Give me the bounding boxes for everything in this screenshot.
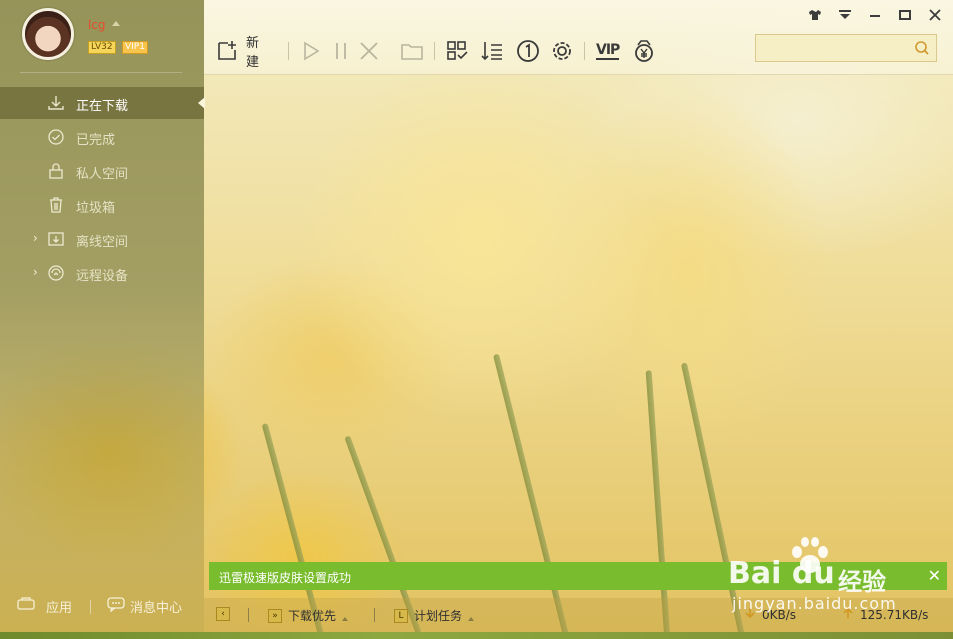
settings-button[interactable] [550, 36, 574, 66]
new-task-icon [216, 40, 238, 62]
apps-label: 应用 [46, 600, 73, 616]
chevron-right-icon[interactable]: › [33, 265, 38, 279]
statusbar-separator [374, 608, 375, 622]
view-grid-button[interactable] [446, 36, 470, 66]
maximize-icon[interactable] [895, 6, 915, 24]
pause-icon [330, 40, 352, 62]
vip-label: VIP [596, 42, 620, 60]
collapse-button[interactable]: ‹ [216, 607, 230, 621]
play-icon [300, 40, 322, 62]
limit-one-icon [516, 39, 540, 63]
watermark-logo: Bai du [728, 556, 835, 591]
sidebar-item-remote-device[interactable]: › 远程设备 [0, 257, 204, 289]
sidebar-item-private-space[interactable]: 私人空间 [0, 155, 204, 187]
skin-icon[interactable] [805, 6, 825, 24]
message-center-label: 消息中心 [130, 600, 183, 616]
single-download-button[interactable] [516, 36, 540, 66]
dropdown-icon [468, 616, 475, 621]
notification-message: 迅雷极速版皮肤设置成功 [219, 571, 352, 585]
priority-label: 下载优先 [288, 609, 337, 623]
watermark-title: 经验 [838, 568, 886, 596]
chevron-right-icon[interactable]: › [33, 231, 38, 245]
username[interactable]: lcg [88, 18, 106, 32]
sidebar-item-trash[interactable]: 垃圾箱 [0, 189, 204, 221]
level-badge[interactable]: LV32 [88, 41, 116, 54]
search-icon[interactable] [914, 40, 930, 56]
scheduled-task-button[interactable]: L 计划任务 [394, 607, 475, 624]
thunder-window: lcg LV32 VIP1 正在下载 已完成 私人空间 垃圾箱 › 离线空间 ›… [0, 0, 953, 639]
chevron-left-icon: ‹ [216, 607, 230, 621]
sidebar-item-label: 垃圾箱 [76, 201, 116, 216]
lock-icon [46, 162, 66, 180]
start-button[interactable] [300, 36, 322, 66]
sidebar-divider [20, 72, 182, 73]
sidebar-item-label: 离线空间 [76, 235, 129, 250]
trash-icon [46, 196, 66, 214]
download-priority-button[interactable]: » 下载优先 [268, 607, 349, 624]
sidebar-item-label: 远程设备 [76, 269, 129, 284]
sidebar-footer: 应用 消息中心 [0, 592, 204, 622]
gear-icon [550, 39, 574, 63]
minimize-icon[interactable] [865, 6, 885, 24]
vip-badge[interactable]: VIP1 [122, 41, 148, 54]
close-icon[interactable]: ✕ [928, 566, 941, 585]
sidebar-item-label: 私人空间 [76, 167, 129, 182]
sort-button[interactable] [480, 36, 504, 66]
priority-icon: » [268, 608, 282, 623]
footer-divider [90, 600, 91, 614]
message-icon [106, 596, 126, 616]
grid-icon [446, 40, 470, 62]
toolbar-separator [584, 42, 585, 60]
watermark-url: jingyan.baidu.com [732, 594, 897, 613]
sidebar-item-offline-space[interactable]: › 离线空间 [0, 223, 204, 255]
toolbar-divider [204, 74, 953, 75]
check-circle-icon [46, 128, 66, 146]
username-dropdown-icon[interactable] [112, 21, 120, 26]
message-center-button[interactable]: 消息中心 [106, 596, 182, 616]
window-controls [805, 6, 945, 24]
vip-button[interactable]: VIP [596, 36, 620, 66]
toolbar-separator [288, 42, 289, 60]
baidu-watermark: Bai du 经验 jingyan.baidu.com [728, 536, 928, 616]
apps-icon [16, 596, 36, 616]
menu-icon[interactable] [835, 6, 855, 24]
new-task-button[interactable]: 新建 [216, 36, 259, 70]
pause-button[interactable] [330, 36, 352, 66]
statusbar-separator [248, 608, 249, 622]
bottom-accent-bar [0, 632, 953, 639]
search-input[interactable] [762, 39, 910, 57]
sidebar-item-label: 已完成 [76, 133, 116, 148]
folder-icon [400, 40, 424, 62]
dropdown-icon [342, 616, 349, 621]
delete-button[interactable] [358, 36, 380, 66]
apps-button[interactable]: 应用 [16, 596, 72, 616]
close-icon[interactable] [925, 6, 945, 24]
delete-icon [358, 40, 380, 62]
coin-button[interactable] [632, 36, 656, 66]
user-profile[interactable]: lcg LV32 VIP1 [20, 8, 190, 64]
schedule-icon: L [394, 608, 408, 623]
sidebar-item-downloading[interactable]: 正在下载 [0, 87, 205, 119]
sidebar-item-label: 正在下载 [76, 99, 129, 114]
avatar[interactable] [22, 8, 74, 60]
sort-icon [480, 40, 504, 62]
sidebar-item-completed[interactable]: 已完成 [0, 121, 204, 153]
cloud-download-icon [46, 230, 66, 248]
remote-device-icon [46, 264, 66, 282]
search-box[interactable] [755, 34, 937, 62]
open-folder-button[interactable] [400, 36, 424, 66]
coin-icon [632, 39, 656, 63]
new-task-label: 新建 [246, 36, 260, 70]
toolbar-separator [434, 42, 435, 60]
download-icon [46, 94, 66, 112]
schedule-label: 计划任务 [414, 609, 463, 623]
sidebar: lcg LV32 VIP1 正在下载 已完成 私人空间 垃圾箱 › 离线空间 ›… [0, 0, 205, 639]
